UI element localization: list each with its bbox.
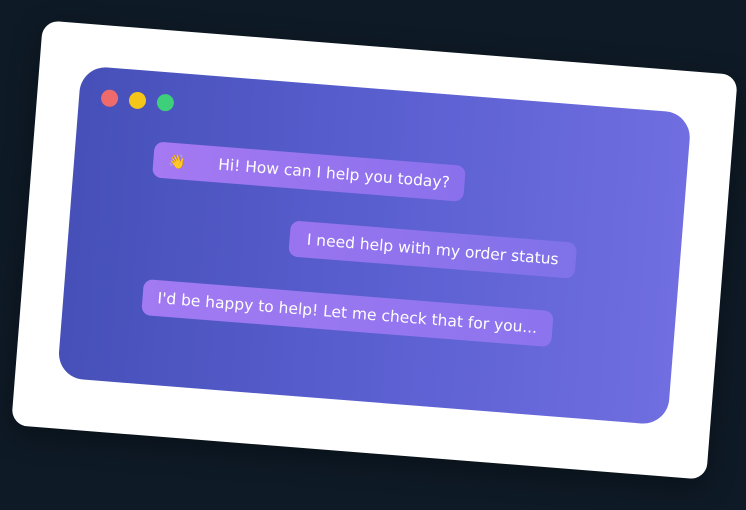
chat-message-user: I need help with my order status <box>288 220 578 279</box>
message-text: I'd be happy to help! Let me check that … <box>156 289 538 337</box>
chat-message-bot: 👋 Hi! How can I help you today? <box>152 141 466 202</box>
waving-hand-icon: 👋 <box>167 153 187 171</box>
page-background: 👋 Hi! How can I help you today? I need he… <box>0 0 746 510</box>
chat-message-bot: I'd be happy to help! Let me check that … <box>141 279 554 348</box>
close-dot[interactable] <box>100 89 119 108</box>
message-text: I need help with my order status <box>306 230 560 269</box>
minimize-dot[interactable] <box>128 91 147 110</box>
chat-window: 👋 Hi! How can I help you today? I need he… <box>57 65 692 426</box>
card-frame: 👋 Hi! How can I help you today? I need he… <box>11 20 738 480</box>
maximize-dot[interactable] <box>156 93 175 112</box>
message-text: Hi! How can I help you today? <box>217 155 451 192</box>
window-controls <box>100 89 175 112</box>
